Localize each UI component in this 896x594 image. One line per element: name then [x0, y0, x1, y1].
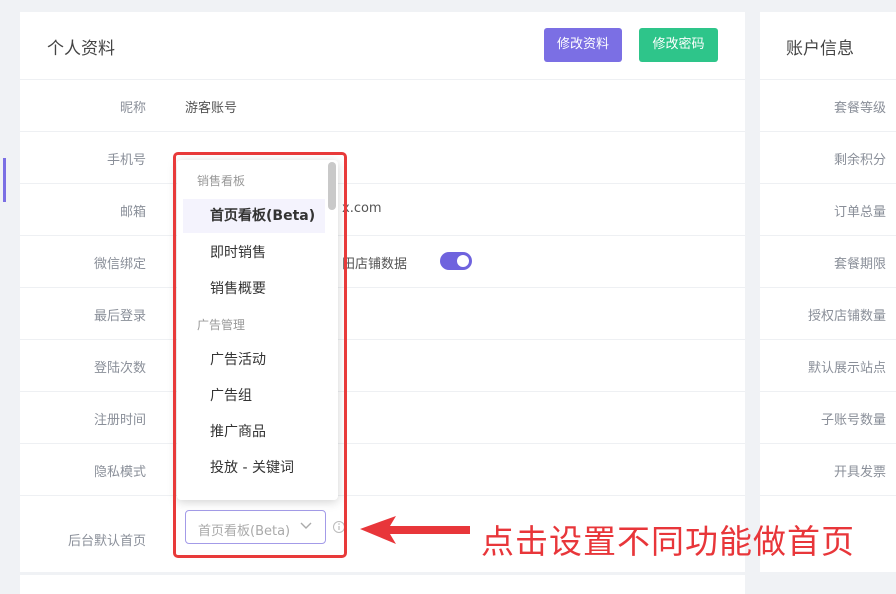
profile-row-login-count: 登陆次数 — [20, 340, 745, 392]
profile-row-email: 邮箱 x.com — [20, 184, 745, 236]
annotation-arrow-icon — [360, 516, 470, 544]
default-home-select-value: 首页看板(Beta) — [198, 524, 291, 539]
account-row: 订单总量 — [760, 184, 896, 236]
profile-card: 个人资料 修改资料 修改密码 昵称 游客账号 手机号 邮箱 x.com 微信绑定… — [20, 12, 745, 572]
wechat-toggle-label: 田店铺数据 — [342, 257, 408, 272]
row-label: 隐私模式 — [93, 465, 146, 480]
row-label: 昵称 — [119, 101, 146, 116]
account-row-label: 开具发票 — [833, 465, 886, 480]
account-title: 账户信息 — [786, 39, 854, 59]
dropdown-group-label: 广告管理 — [197, 318, 246, 332]
email-value: x.com — [342, 201, 382, 216]
default-home-select[interactable]: 首页看板(Beta) — [185, 510, 326, 544]
dropdown-item[interactable]: 推广商品 — [183, 415, 325, 449]
account-row-label: 默认展示站点 — [807, 361, 886, 376]
sidebar-active-indicator — [3, 158, 6, 202]
row-label: 注册时间 — [93, 413, 146, 428]
row-label: 后台默认首页 — [67, 534, 146, 549]
row-label: 微信绑定 — [93, 257, 146, 272]
dropdown-item[interactable]: 首页看板(Beta) — [183, 199, 325, 233]
profile-row-phone: 手机号 — [20, 132, 745, 184]
dropdown-scrollbar[interactable] — [328, 162, 336, 210]
profile-row-last-login: 最后登录 — [20, 288, 745, 340]
account-row: 套餐等级 — [760, 80, 896, 132]
dropdown-item[interactable]: 投放 - 关键词 — [183, 451, 325, 485]
account-row-label: 子账号数量 — [820, 413, 886, 428]
account-row: 套餐期限 — [760, 236, 896, 288]
account-row-label: 套餐等级 — [833, 101, 886, 116]
dropdown-item[interactable]: 广告组 — [183, 379, 325, 413]
wechat-data-toggle[interactable] — [440, 252, 472, 270]
account-card: 账户信息 套餐等级 剩余积分 订单总量 套餐期限 授权店铺数量 默认展示站点 子… — [760, 12, 896, 572]
profile-row-register-time: 注册时间 — [20, 392, 745, 444]
dropdown-item[interactable]: 即时销售 — [183, 236, 325, 270]
change-password-button[interactable]: 修改密码 — [639, 28, 718, 62]
row-label: 手机号 — [106, 153, 146, 168]
annotation-callout: 点击设置不同功能做首页 — [481, 522, 855, 561]
account-row-label: 订单总量 — [833, 205, 886, 220]
account-row: 子账号数量 — [760, 392, 896, 444]
profile-row-wechat: 微信绑定 田店铺数据 — [20, 236, 745, 288]
row-label: 登陆次数 — [93, 361, 146, 376]
account-header: 账户信息 — [760, 12, 896, 80]
row-label: 最后登录 — [93, 309, 146, 324]
account-row-label: 套餐期限 — [833, 257, 886, 272]
dropdown-item[interactable]: 销售概要 — [183, 272, 325, 306]
default-home-dropdown[interactable]: 销售看板 首页看板(Beta) 即时销售 销售概要 广告管理 广告活动 广告组 … — [177, 160, 338, 500]
account-row: 默认展示站点 — [760, 340, 896, 392]
profile-header: 个人资料 修改资料 修改密码 — [20, 12, 745, 80]
info-icon[interactable] — [332, 520, 346, 534]
next-card-edge — [20, 575, 745, 594]
edit-profile-button[interactable]: 修改资料 — [544, 28, 622, 62]
dropdown-item[interactable]: 广告活动 — [183, 343, 325, 377]
account-row: 开具发票 — [760, 444, 896, 496]
account-row-label: 授权店铺数量 — [807, 309, 886, 324]
dropdown-group-label: 销售看板 — [197, 174, 246, 188]
row-label: 邮箱 — [119, 205, 146, 220]
account-row: 剩余积分 — [760, 132, 896, 184]
nickname-value: 游客账号 — [185, 101, 238, 116]
account-row: 授权店铺数量 — [760, 288, 896, 340]
profile-row-privacy: 隐私模式 — [20, 444, 745, 496]
account-row-label: 剩余积分 — [833, 153, 886, 168]
chevron-down-icon — [300, 522, 312, 529]
profile-title: 个人资料 — [47, 39, 115, 59]
profile-row-nickname: 昵称 游客账号 — [20, 80, 745, 132]
